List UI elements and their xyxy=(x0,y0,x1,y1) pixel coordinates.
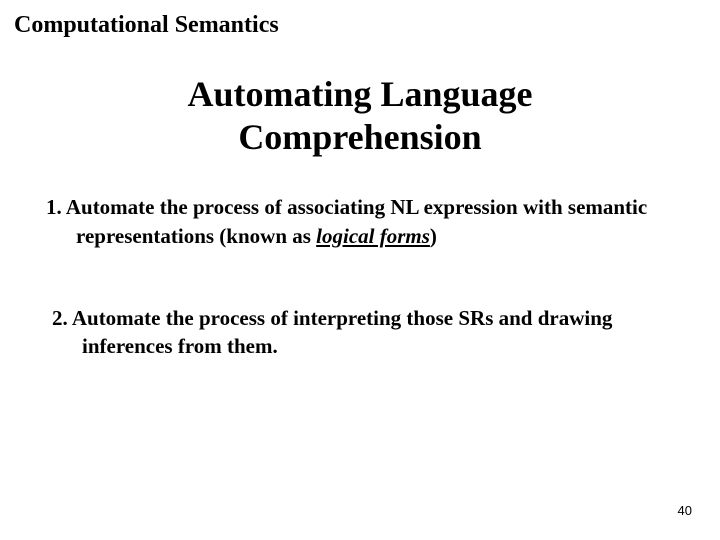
item-emph: logical forms xyxy=(316,224,430,248)
list-item: 2. Automate the process of interpreting … xyxy=(46,304,674,361)
page-number-text: 40 xyxy=(678,503,692,518)
item-text-pre: Automate the process of interpreting tho… xyxy=(72,306,613,358)
body-list: 1. Automate the process of associating N… xyxy=(0,193,720,360)
slide-title: Automating Language Comprehension xyxy=(0,73,720,159)
item-text-post: ) xyxy=(430,224,437,248)
title-line-2: Comprehension xyxy=(238,117,481,157)
slide-header: Computational Semantics xyxy=(0,0,720,39)
page-number: 40 xyxy=(678,503,692,518)
title-line-1: Automating Language xyxy=(187,74,532,114)
item-number: 2. xyxy=(52,306,68,330)
list-item: 1. Automate the process of associating N… xyxy=(46,193,674,250)
header-text: Computational Semantics xyxy=(14,12,279,38)
item-number: 1. xyxy=(46,195,62,219)
